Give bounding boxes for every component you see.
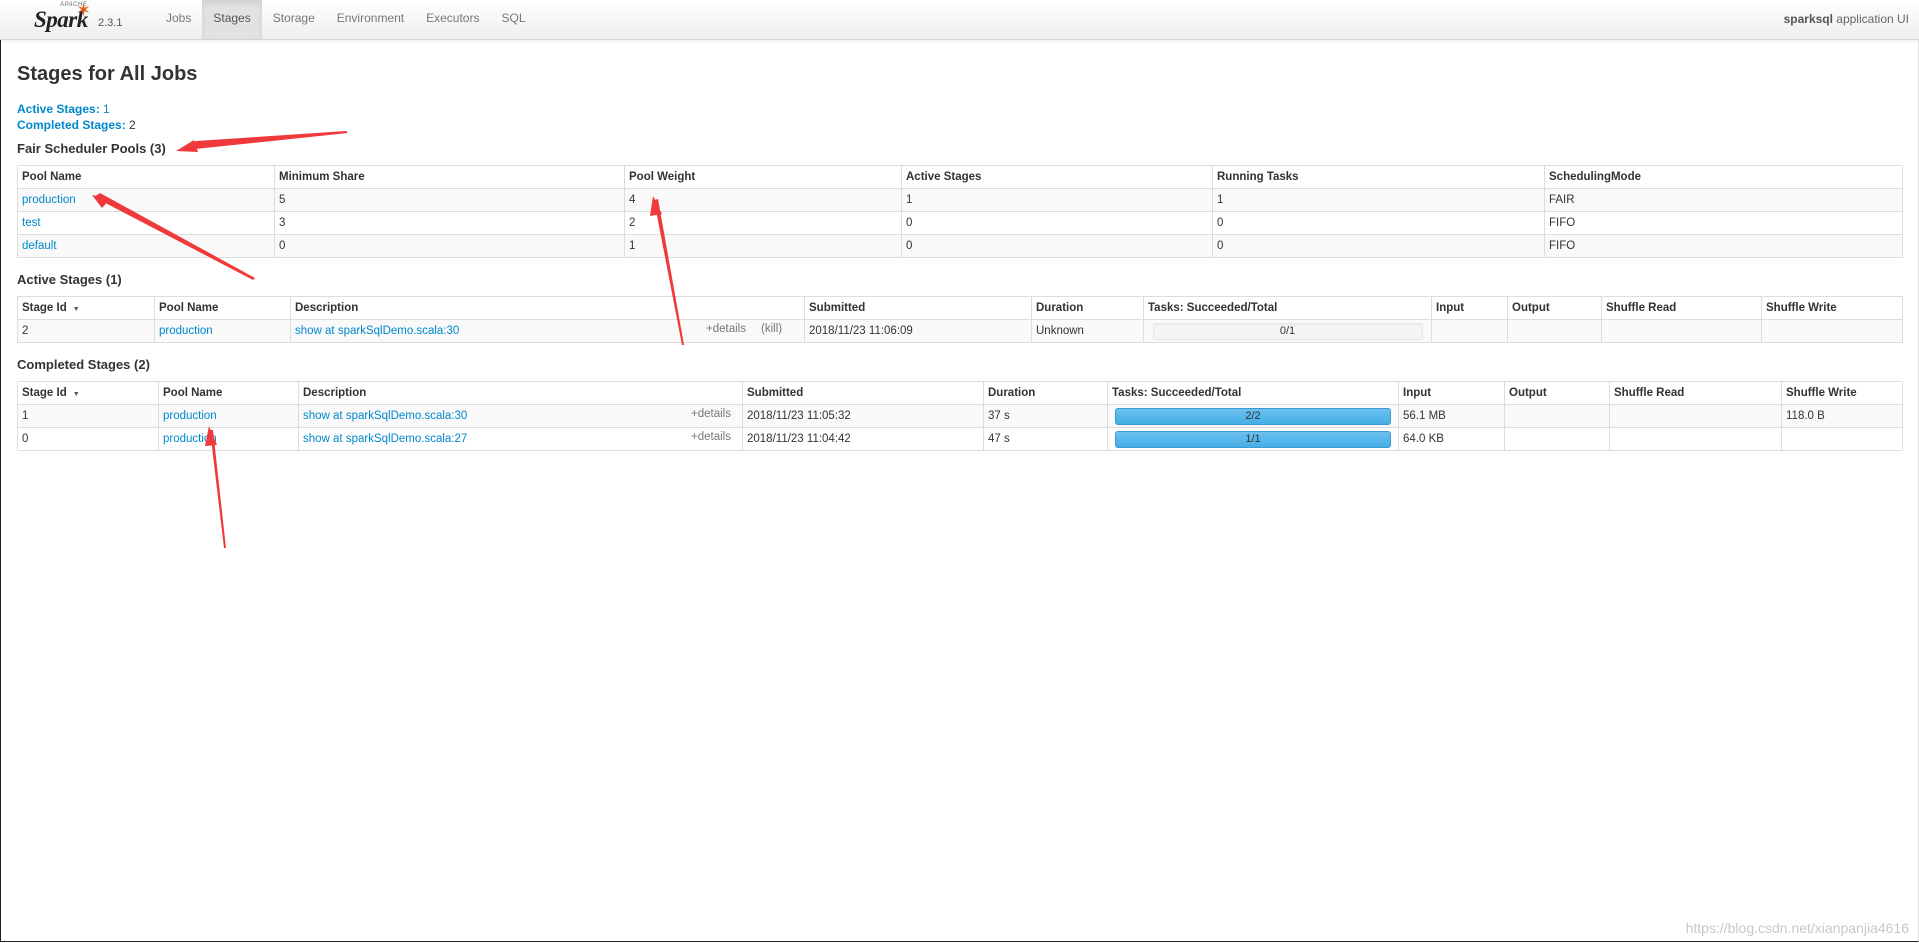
arrow-to-completed-pool	[210, 430, 226, 548]
arrow-to-pools-heading	[176, 131, 348, 151]
watermark-text: https://blog.csdn.net/xianpanjia4616	[1685, 920, 1909, 936]
arrow-head-weight	[650, 196, 662, 216]
arrow-to-pool-weight	[654, 199, 684, 345]
arrow-head-completed	[205, 426, 217, 446]
annotation-arrows	[92, 131, 684, 548]
arrow-to-production-pool	[94, 193, 255, 280]
